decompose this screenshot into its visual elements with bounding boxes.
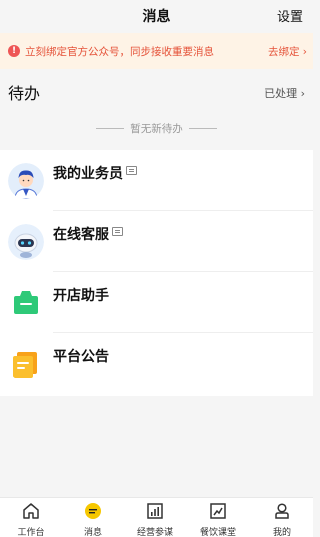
tab-mine[interactable]: 我的 — [251, 498, 313, 537]
list-item-label: 开店助手 — [53, 288, 109, 304]
robot-avatar-icon — [8, 224, 44, 260]
chat-icon — [126, 166, 137, 175]
tab-label: 我的 — [272, 528, 291, 537]
tab-workbench[interactable]: 工作台 — [0, 498, 62, 537]
notice-message: 立刻绑定官方公众号，同步接收重要消息 — [25, 45, 214, 58]
bind-notice-banner[interactable]: ! 立刻绑定官方公众号，同步接收重要消息 去绑定 › — [0, 33, 313, 69]
message-icon — [85, 503, 101, 519]
handled-link[interactable]: 已处理 › — [264, 85, 305, 101]
divider — [96, 127, 125, 129]
tab-label: 经营参谋 — [136, 528, 173, 537]
salesman-avatar-icon — [8, 163, 44, 199]
todo-empty-state: 暂无新待办 — [0, 120, 313, 136]
header: 消息 设置 — [0, 0, 313, 30]
todo-title: 待办 — [8, 84, 41, 103]
person-icon — [275, 503, 289, 519]
list-item-label: 平台公告 — [53, 349, 109, 365]
announcement-icon — [13, 352, 37, 378]
home-icon — [23, 503, 39, 519]
list-item-salesman[interactable]: 我的业务员 — [0, 150, 313, 211]
chat-icon — [112, 227, 123, 236]
tab-label: 餐饮课堂 — [199, 528, 236, 537]
bind-link[interactable]: 去绑定 › — [268, 44, 307, 59]
warning-icon: ! — [8, 45, 20, 57]
list-item-online-service[interactable]: 在线客服 — [0, 211, 313, 272]
divider — [188, 127, 217, 129]
bottom-tab-bar: 工作台 消息 经营参谋 餐饮课堂 我的 — [0, 497, 313, 537]
empty-text: 暂无新待办 — [130, 122, 183, 135]
tab-messages[interactable]: 消息 — [62, 498, 124, 537]
todo-section-header: 待办 已处理 › — [0, 77, 313, 107]
tab-label: 消息 — [83, 528, 102, 537]
list-item-announcement[interactable]: 平台公告 — [0, 333, 313, 394]
tab-label: 工作台 — [17, 528, 45, 537]
list-item-shop-assistant[interactable]: 开店助手 — [0, 272, 313, 333]
list-item-label: 我的业务员 — [53, 166, 123, 182]
bar-chart-icon — [147, 503, 163, 519]
message-list: 我的业务员 在线客服 开店助手 平台公告 — [0, 150, 313, 396]
list-item-label: 在线客服 — [53, 227, 109, 243]
trend-chart-icon — [210, 503, 226, 519]
page-title: 消息 — [142, 9, 171, 25]
shop-bag-icon — [14, 291, 38, 314]
tab-catering-class[interactable]: 餐饮课堂 — [187, 498, 249, 537]
settings-button[interactable]: 设置 — [277, 6, 303, 25]
tab-business-advisor[interactable]: 经营参谋 — [124, 498, 186, 537]
